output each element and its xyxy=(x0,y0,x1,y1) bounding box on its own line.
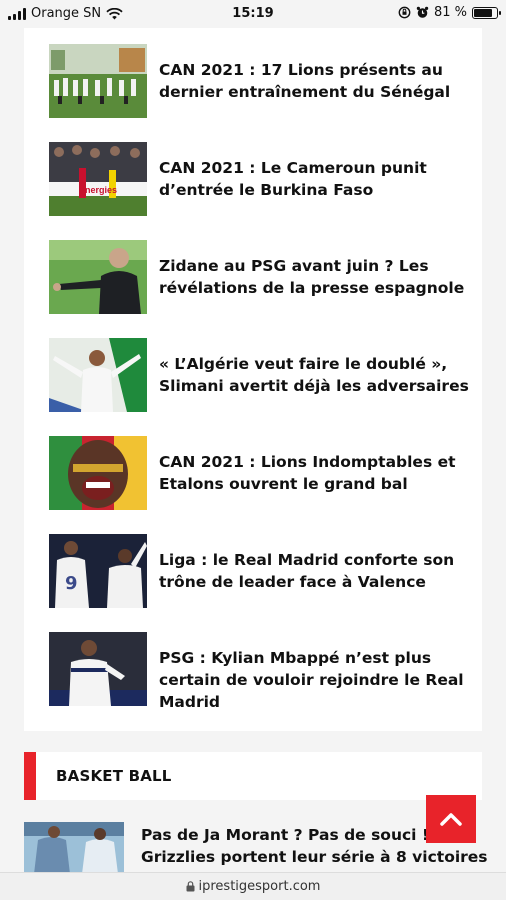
browser-url-bar[interactable]: iprestigesport.com xyxy=(0,872,506,900)
article-thumbnail[interactable] xyxy=(49,632,147,706)
status-bar: Orange SN 15:19 81 % xyxy=(0,0,506,28)
article-item[interactable]: 9 Liga : le Real Madrid conforte son trô… xyxy=(49,534,469,610)
battery-percent: 81 % xyxy=(433,5,467,20)
article-thumbnail[interactable]: 9 xyxy=(49,534,147,608)
article-title[interactable]: CAN 2021 : Lions Indomptables et Etalons… xyxy=(159,451,469,495)
article-thumbnail[interactable] xyxy=(49,44,147,118)
article-item[interactable]: Zidane au PSG avant juin ? Les révélatio… xyxy=(49,240,469,316)
battery-icon xyxy=(472,6,501,19)
article-item[interactable]: CAN 2021 : 17 Lions présents au dernier … xyxy=(49,44,469,120)
section-header-basketball[interactable]: BASKET BALL xyxy=(24,752,482,800)
orientation-lock-icon xyxy=(398,6,411,19)
article-item[interactable]: PSG : Kylian Mbappé n’est plus certain d… xyxy=(49,632,469,711)
url-domain[interactable]: iprestigesport.com xyxy=(199,879,321,894)
scroll-to-top-button[interactable] xyxy=(426,795,476,843)
article-item[interactable]: CAN 2021 : Lions Indomptables et Etalons… xyxy=(49,436,469,512)
news-list-card: CAN 2021 : 17 Lions présents au dernier … xyxy=(24,28,482,731)
alarm-icon xyxy=(416,6,429,18)
article-thumbnail[interactable] xyxy=(49,338,147,412)
section-accent-bar xyxy=(24,752,36,800)
article-title[interactable]: Zidane au PSG avant juin ? Les révélatio… xyxy=(159,255,469,299)
stadium-banner-text: Energies xyxy=(79,185,118,195)
article-title[interactable]: PSG : Kylian Mbappé n’est plus certain d… xyxy=(159,647,469,713)
article-title[interactable]: « L’Algérie veut faire le doublé », Slim… xyxy=(159,353,469,397)
article-title[interactable]: CAN 2021 : Le Cameroun punit d’entrée le… xyxy=(159,157,469,201)
chevron-up-icon xyxy=(440,813,462,826)
article-thumbnail[interactable] xyxy=(24,822,124,874)
status-right: 81 % xyxy=(398,5,501,20)
lock-icon xyxy=(186,881,194,892)
section-title[interactable]: BASKET BALL xyxy=(56,767,172,785)
article-thumbnail[interactable]: Energies xyxy=(49,142,147,216)
article-item[interactable]: « L’Algérie veut faire le doublé », Slim… xyxy=(49,338,469,414)
article-title[interactable]: CAN 2021 : 17 Lions présents au dernier … xyxy=(159,59,469,103)
article-title[interactable]: Liga : le Real Madrid conforte son trône… xyxy=(159,549,469,593)
battery-level xyxy=(474,8,492,17)
svg-text:9: 9 xyxy=(65,573,78,594)
article-thumbnail[interactable] xyxy=(49,436,147,510)
article-item[interactable]: Energies CAN 2021 : Le Cameroun punit d’… xyxy=(49,142,469,218)
article-thumbnail[interactable] xyxy=(49,240,147,314)
